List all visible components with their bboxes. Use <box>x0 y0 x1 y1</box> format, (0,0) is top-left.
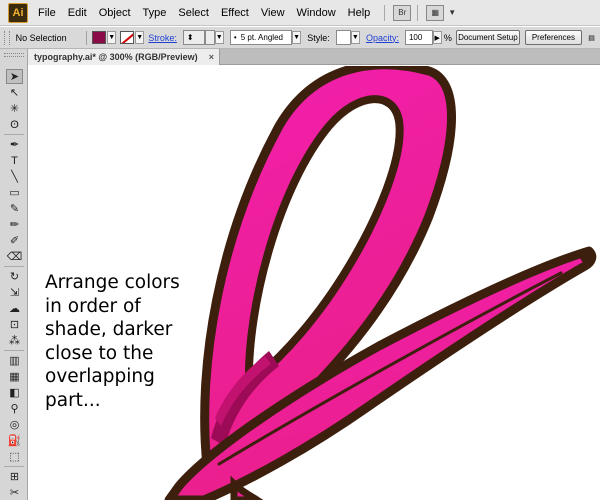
control-bar: No Selection ▼ ▼ Stroke: ⬍ ▼ • 5 pt. Ang… <box>0 27 600 49</box>
rotate-tool-icon[interactable]: ↻ <box>6 269 23 284</box>
artboard-canvas[interactable]: Arrange colors in order of shade, darker… <box>29 66 600 500</box>
menu-effect[interactable]: Effect <box>221 7 249 19</box>
direct-selection-tool-icon[interactable]: ↖ <box>6 85 23 100</box>
slice-tool-icon[interactable]: ✂ <box>6 485 23 500</box>
descender-stroke <box>230 475 264 500</box>
selection-tool-icon[interactable]: ➤ <box>6 69 23 84</box>
menubar-separator <box>384 4 386 21</box>
menu-bar: Ai File Edit Object Type Select Effect V… <box>0 0 600 26</box>
fill-dropdown-chevron-icon[interactable]: ▼ <box>107 31 117 44</box>
live-paint-bucket-tool-icon[interactable]: ⛽ <box>6 433 23 448</box>
eyedropper-tool-icon[interactable]: ⚲ <box>6 401 23 416</box>
tools-separator <box>4 350 24 351</box>
type-tool-icon[interactable]: T <box>6 153 23 168</box>
tools-separator <box>4 134 24 135</box>
menu-type[interactable]: Type <box>143 7 167 19</box>
brush-definition-value: 5 pt. Angled <box>240 33 283 42</box>
panel-grip[interactable] <box>4 30 10 45</box>
menu-window[interactable]: Window <box>297 7 336 19</box>
scale-tool-icon[interactable]: ⇲ <box>6 285 23 300</box>
paintbrush-tool-icon[interactable]: ✎ <box>6 201 23 216</box>
line-segment-tool-icon[interactable]: ╲ <box>6 169 23 184</box>
brush-dot-icon: • <box>233 33 237 42</box>
stroke-weight-dropdown-icon[interactable]: ▼ <box>214 31 224 44</box>
free-transform-tool-icon[interactable]: ⊡ <box>6 317 23 332</box>
opacity-dropdown-chevron-icon[interactable]: ▶ <box>432 31 442 44</box>
bridge-icon[interactable]: Br <box>393 4 412 21</box>
panel-grip[interactable] <box>4 53 24 57</box>
opacity-panel-link[interactable]: Opacity: <box>366 33 399 43</box>
live-paint-selection-tool-icon[interactable]: ⬚ <box>6 449 23 464</box>
stroke-weight-field[interactable]: ⬍ <box>182 30 206 45</box>
style-label: Style: <box>307 32 330 43</box>
opacity-unit: % <box>443 32 452 43</box>
pen-tool-icon[interactable]: ✒ <box>6 137 23 152</box>
chevron-down-icon[interactable]: ▼ <box>448 8 456 17</box>
fill-color-swatch[interactable] <box>92 31 107 44</box>
column-graph-tool-icon[interactable]: ▥ <box>6 353 23 368</box>
instruction-caption: Arrange colors in order of shade, darker… <box>45 272 180 411</box>
brush-definition-field[interactable]: • 5 pt. Angled <box>229 30 292 45</box>
eraser-tool-icon[interactable]: ⌫ <box>6 249 23 264</box>
document-tab[interactable]: typography.ai* @ 300% (RGB/Preview) × <box>28 49 220 65</box>
app-logo[interactable]: Ai <box>8 2 28 23</box>
style-dropdown-chevron-icon[interactable]: ▼ <box>350 31 360 44</box>
tools-separator <box>4 466 24 467</box>
menu-select[interactable]: Select <box>178 7 209 19</box>
stroke-panel-link[interactable]: Stroke: <box>148 33 177 43</box>
magic-wand-tool-icon[interactable]: ✳ <box>6 101 23 116</box>
gradient-tool-icon[interactable]: ◧ <box>6 385 23 400</box>
tools-panel: ➤↖✳ʘ✒T╲▭✎✏✐⌫↻⇲☁⊡⁂▥▦◧⚲◎⛽⬚⊞✂✋ <box>0 49 28 500</box>
control-separator <box>86 30 88 45</box>
brush-dropdown-chevron-icon[interactable]: ▼ <box>291 31 302 44</box>
menu-edit[interactable]: Edit <box>68 7 87 19</box>
stroke-color-swatch[interactable] <box>120 31 135 44</box>
stroke-dropdown-chevron-icon[interactable]: ▼ <box>135 31 145 44</box>
mesh-tool-icon[interactable]: ▦ <box>6 369 23 384</box>
close-icon[interactable]: × <box>209 52 214 62</box>
blend-tool-icon[interactable]: ◎ <box>6 417 23 432</box>
stroke-weight-chevron-icon[interactable] <box>205 30 215 45</box>
menu-view[interactable]: View <box>261 7 285 19</box>
document-tab-title: typography.ai* @ 300% (RGB/Preview) <box>34 52 198 62</box>
blob-brush-tool-icon[interactable]: ✐ <box>6 233 23 248</box>
opacity-input[interactable]: 100 <box>404 30 433 45</box>
rectangle-tool-icon[interactable]: ▭ <box>6 185 23 200</box>
tools-separator <box>4 266 24 267</box>
document-setup-button[interactable]: Document Setup <box>455 30 520 45</box>
arrange-documents-icon[interactable]: ▦ <box>426 4 445 21</box>
pencil-tool-icon[interactable]: ✏ <box>6 217 23 232</box>
swash-tip <box>580 248 596 264</box>
document-tab-strip: typography.ai* @ 300% (RGB/Preview) × <box>28 49 600 65</box>
preferences-button[interactable]: Preferences <box>524 30 582 45</box>
bridge-icon-label: Br <box>398 8 407 17</box>
opacity-value: 100 <box>408 33 423 42</box>
graphic-style-swatch[interactable] <box>335 30 351 45</box>
artboard-tool-icon[interactable]: ⊞ <box>6 469 23 484</box>
menu-help[interactable]: Help <box>348 7 371 19</box>
menu-object[interactable]: Object <box>99 7 131 19</box>
menu-file[interactable]: File <box>38 7 56 19</box>
control-panel-menu-icon[interactable]: ▤ <box>587 31 596 44</box>
selection-status: No Selection <box>15 32 67 43</box>
symbol-sprayer-tool-icon[interactable]: ⁂ <box>6 333 23 348</box>
menubar-separator <box>417 4 419 21</box>
warp-tool-icon[interactable]: ☁ <box>6 301 23 316</box>
lasso-tool-icon[interactable]: ʘ <box>6 117 23 132</box>
